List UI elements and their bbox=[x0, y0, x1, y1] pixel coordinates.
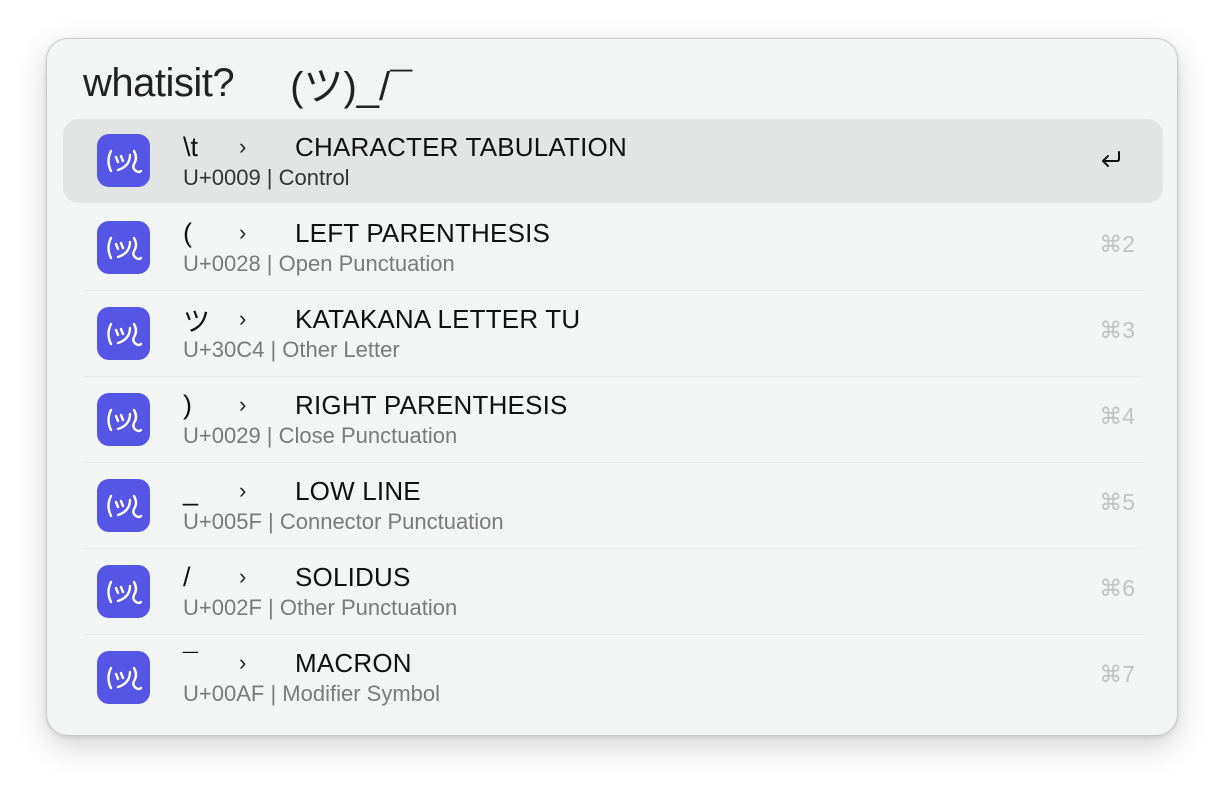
whatisit-app-icon bbox=[97, 565, 150, 618]
subtitle-separator: | bbox=[260, 423, 279, 448]
result-codepoint: U+00AF bbox=[183, 681, 265, 706]
launcher-window: whatisit? (ツ)_/¯ \t › CHARACTER TABULATION… bbox=[46, 38, 1178, 736]
result-title: ¯ › MACRON bbox=[183, 647, 412, 679]
shortcut-hint: ⌘5 bbox=[1099, 489, 1135, 515]
result-name: RIGHT PARENTHESIS bbox=[295, 389, 568, 420]
result-subtitle: U+0029 | Close Punctuation bbox=[183, 423, 457, 449]
result-name: KATAKANA LETTER TU bbox=[295, 303, 581, 334]
result-codepoint: U+002F bbox=[183, 595, 262, 620]
result-codepoint: U+30C4 bbox=[183, 337, 265, 362]
result-name: SOLIDUS bbox=[295, 561, 411, 592]
subtitle-separator: | bbox=[264, 681, 283, 706]
result-row[interactable]: ツ › KATAKANA LETTER TU U+30C4 | Other Lette… bbox=[63, 291, 1163, 377]
result-row[interactable]: _ › LOW LINE U+005F | Connector Punctuation… bbox=[63, 463, 1163, 549]
result-category: Modifier Symbol bbox=[282, 681, 440, 706]
subtitle-separator: | bbox=[260, 251, 279, 276]
whatisit-app-icon bbox=[97, 307, 150, 360]
result-character: _ bbox=[183, 475, 199, 506]
result-subtitle: U+00AF | Modifier Symbol bbox=[183, 681, 440, 707]
return-icon bbox=[1099, 149, 1123, 174]
result-category: Control bbox=[278, 165, 350, 190]
result-character: / bbox=[183, 561, 191, 592]
whatisit-app-icon bbox=[97, 393, 150, 446]
result-character: ) bbox=[183, 389, 192, 420]
result-row[interactable]: ( › LEFT PARENTHESIS U+0028 | Open Punctuat… bbox=[63, 205, 1163, 291]
query-keyword[interactable]: whatisit? bbox=[83, 61, 235, 106]
result-title: ( › LEFT PARENTHESIS bbox=[183, 217, 550, 249]
result-name: MACRON bbox=[295, 647, 412, 678]
result-character: \t bbox=[183, 131, 199, 162]
chevron-right-icon: › bbox=[239, 650, 247, 675]
whatisit-app-icon bbox=[97, 221, 150, 274]
result-title: _ › LOW LINE bbox=[183, 475, 421, 507]
result-title: \t › CHARACTER TABULATION bbox=[183, 131, 627, 163]
result-character: ( bbox=[183, 217, 192, 248]
whatisit-app-icon bbox=[97, 651, 150, 704]
result-row[interactable]: ) › RIGHT PARENTHESIS U+0029 | Close Punctu… bbox=[63, 377, 1163, 463]
shortcut-hint: ⌘7 bbox=[1099, 661, 1135, 687]
chevron-right-icon: › bbox=[239, 392, 247, 417]
subtitle-separator: | bbox=[260, 165, 279, 190]
chevron-right-icon: › bbox=[239, 564, 247, 589]
search-bar[interactable]: whatisit? (ツ)_/¯ bbox=[83, 54, 412, 112]
result-codepoint: U+0028 bbox=[183, 251, 261, 276]
chevron-right-icon: › bbox=[239, 306, 247, 331]
result-character: ツ bbox=[183, 306, 210, 337]
subtitle-separator: | bbox=[261, 509, 280, 534]
result-row[interactable]: \t › CHARACTER TABULATION U+0009 | Control bbox=[63, 119, 1163, 203]
result-title: ツ › KATAKANA LETTER TU bbox=[183, 303, 581, 337]
result-codepoint: U+0029 bbox=[183, 423, 261, 448]
result-subtitle: U+30C4 | Other Letter bbox=[183, 337, 400, 363]
result-subtitle: U+005F | Connector Punctuation bbox=[183, 509, 504, 535]
result-codepoint: U+0009 bbox=[183, 165, 261, 190]
chevron-right-icon: › bbox=[239, 220, 247, 245]
whatisit-app-icon bbox=[97, 134, 150, 187]
result-subtitle: U+0028 | Open Punctuation bbox=[183, 251, 455, 277]
result-name: CHARACTER TABULATION bbox=[295, 131, 627, 162]
chevron-right-icon: › bbox=[239, 134, 247, 159]
result-title: / › SOLIDUS bbox=[183, 561, 411, 593]
result-title: ) › RIGHT PARENTHESIS bbox=[183, 389, 568, 421]
result-category: Close Punctuation bbox=[278, 423, 458, 448]
result-category: Open Punctuation bbox=[278, 251, 455, 276]
result-character: ¯ bbox=[183, 647, 198, 678]
shortcut-hint: ⌘6 bbox=[1099, 575, 1135, 601]
result-subtitle: U+002F | Other Punctuation bbox=[183, 595, 457, 621]
shortcut-hint: ⌘2 bbox=[1099, 231, 1135, 257]
result-category: Other Letter bbox=[282, 337, 400, 362]
result-name: LEFT PARENTHESIS bbox=[295, 217, 551, 248]
result-subtitle: U+0009 | Control bbox=[183, 165, 350, 191]
results-list: \t › CHARACTER TABULATION U+0009 | Control (… bbox=[63, 119, 1163, 721]
shortcut-hint: ⌘4 bbox=[1099, 403, 1135, 429]
result-row[interactable]: ¯ › MACRON U+00AF | Modifier Symbol ⌘7 bbox=[63, 635, 1163, 721]
result-category: Other Punctuation bbox=[279, 595, 458, 620]
result-category: Connector Punctuation bbox=[279, 509, 504, 534]
subtitle-separator: | bbox=[264, 337, 283, 362]
chevron-right-icon: › bbox=[239, 478, 247, 503]
subtitle-separator: | bbox=[261, 595, 280, 620]
whatisit-app-icon bbox=[97, 479, 150, 532]
shortcut-hint: ⌘3 bbox=[1099, 317, 1135, 343]
result-name: LOW LINE bbox=[295, 475, 421, 506]
query-argument[interactable]: (ツ)_/¯ bbox=[290, 54, 412, 112]
result-codepoint: U+005F bbox=[183, 509, 262, 534]
result-row[interactable]: / › SOLIDUS U+002F | Other Punctuation ⌘6 bbox=[63, 549, 1163, 635]
